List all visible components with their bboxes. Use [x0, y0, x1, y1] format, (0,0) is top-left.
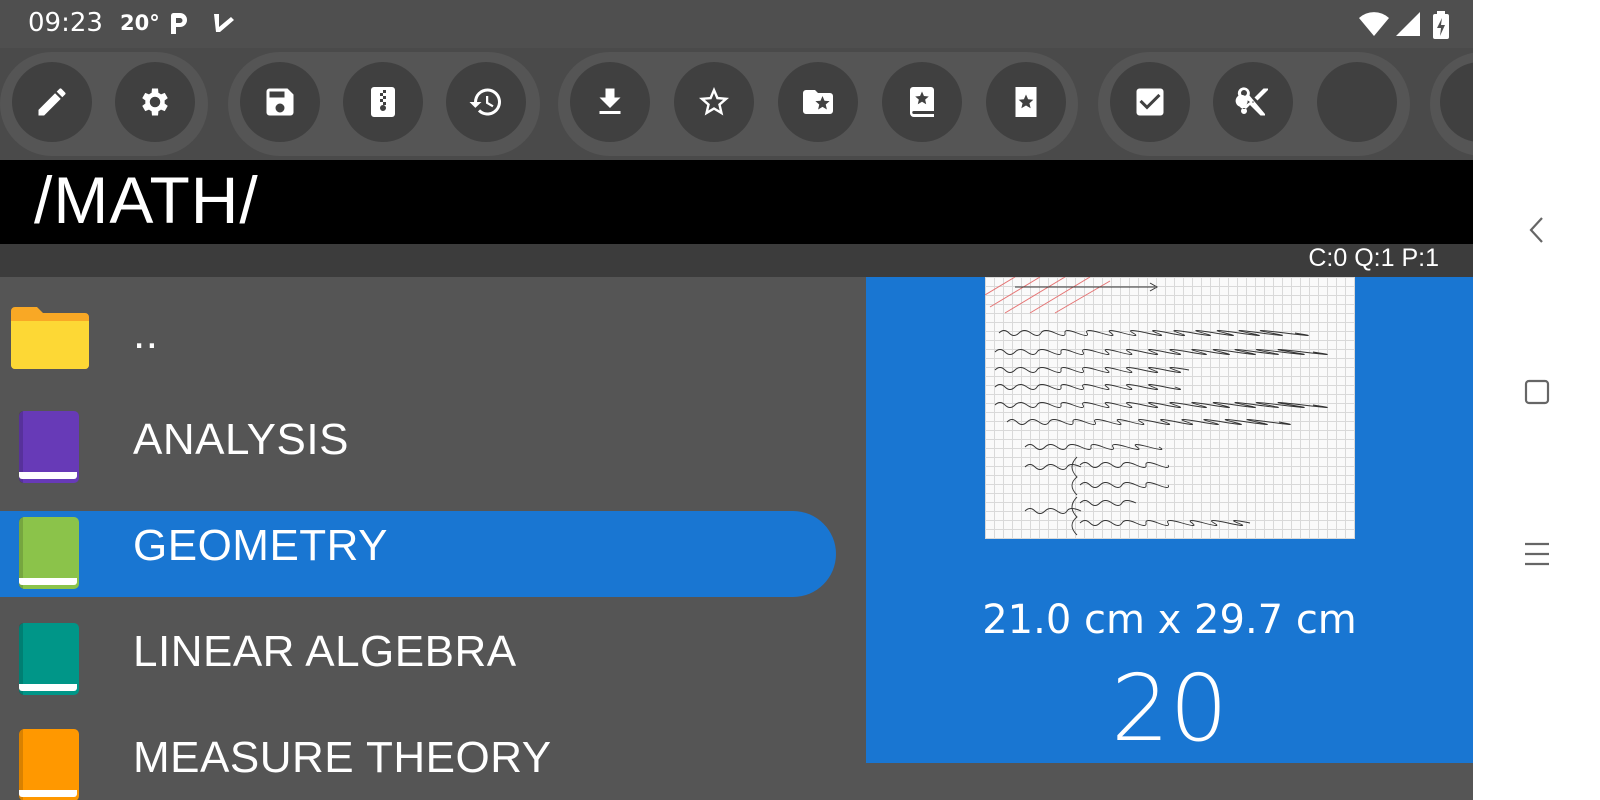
empty-toolbar-button[interactable] — [1317, 62, 1397, 142]
folder-icon — [9, 305, 91, 375]
download-icon — [599, 88, 621, 114]
recents-button[interactable] — [1509, 526, 1565, 582]
back-chevron-icon — [1529, 217, 1543, 243]
list-item-parent-folder[interactable]: .. — [0, 299, 836, 385]
star-outline-icon — [699, 87, 729, 116]
zip-button[interactable] — [343, 62, 423, 142]
list-item-label: .. — [133, 309, 159, 358]
notebook-icon — [19, 623, 79, 695]
page-size-label: 21.0 cm x 29.7 cm — [982, 597, 1357, 643]
parking-icon — [165, 10, 193, 38]
file-list: .. ANALYSIS GEOMETRY LINEAR ALGEBRA MEAS… — [0, 277, 866, 800]
list-item-label: LINEAR ALGEBRA — [133, 627, 517, 676]
list-item-label: MEASURE THEORY — [133, 733, 552, 782]
page-thumbnail[interactable] — [985, 277, 1355, 539]
status-time: 09:23 — [28, 8, 103, 38]
preview-footer-gap — [866, 763, 1473, 800]
square-home-icon — [1524, 379, 1550, 405]
save-icon — [266, 88, 294, 116]
download-button[interactable] — [570, 62, 650, 142]
history-icon — [469, 88, 501, 116]
folder-star-icon — [803, 90, 833, 114]
navigation-bar — [1473, 0, 1600, 800]
signal-icon — [1394, 10, 1422, 38]
delivery-check-icon — [210, 10, 238, 38]
list-item-label: ANALYSIS — [133, 415, 349, 464]
checkbox-icon — [1136, 88, 1164, 116]
page-title: /MATH/ — [34, 163, 259, 237]
list-item-analysis[interactable]: ANALYSIS — [0, 405, 836, 491]
menu-lines-icon — [1525, 542, 1549, 566]
toolbar — [0, 48, 1473, 160]
settings-icon — [142, 88, 168, 116]
selection-counters: C:0 Q:1 P:1 — [1308, 244, 1439, 272]
status-temperature: 20° — [120, 11, 160, 35]
battery-charging-icon — [1430, 10, 1452, 39]
list-item-measure-theory[interactable]: MEASURE THEORY — [0, 723, 836, 800]
settings-button[interactable] — [115, 62, 195, 142]
save-button[interactable] — [240, 62, 320, 142]
book-star-icon — [910, 87, 934, 117]
handwritten-notes-image — [985, 277, 1328, 536]
folder-star-button[interactable] — [778, 62, 858, 142]
notebook-icon — [19, 729, 79, 800]
title-bar: /MATH/ — [0, 160, 1473, 244]
notebook-icon — [19, 517, 79, 589]
app-window: 09:23 20° /MATH/ C:0 Q:1 P:1 .. ANALYSIS… — [0, 0, 1473, 800]
notebook-icon — [19, 411, 79, 483]
list-item-linear-algebra[interactable]: LINEAR ALGEBRA — [0, 617, 836, 703]
notebook-preview[interactable]: 21.0 cm x 29.7 cm 20 — [866, 277, 1473, 763]
pencil-icon — [38, 88, 66, 116]
history-button[interactable] — [446, 62, 526, 142]
edit-button[interactable] — [12, 62, 92, 142]
notebook-star-button[interactable] — [882, 62, 962, 142]
list-item-label: GEOMETRY — [133, 521, 389, 570]
favorite-button[interactable] — [674, 62, 754, 142]
scissors-icon — [1235, 87, 1268, 116]
page-star-icon — [1015, 87, 1037, 117]
cut-button[interactable] — [1213, 62, 1293, 142]
counter-bar: C:0 Q:1 P:1 — [0, 244, 1473, 277]
status-bar: 09:23 20° — [0, 0, 1473, 48]
page-star-button[interactable] — [986, 62, 1066, 142]
wifi-icon — [1358, 10, 1390, 38]
home-button[interactable] — [1509, 364, 1565, 420]
select-button[interactable] — [1110, 62, 1190, 142]
zip-file-icon — [371, 87, 395, 117]
list-item-geometry[interactable]: GEOMETRY — [0, 511, 836, 597]
back-button[interactable] — [1509, 202, 1565, 258]
page-count-label: 20 — [1110, 655, 1229, 762]
